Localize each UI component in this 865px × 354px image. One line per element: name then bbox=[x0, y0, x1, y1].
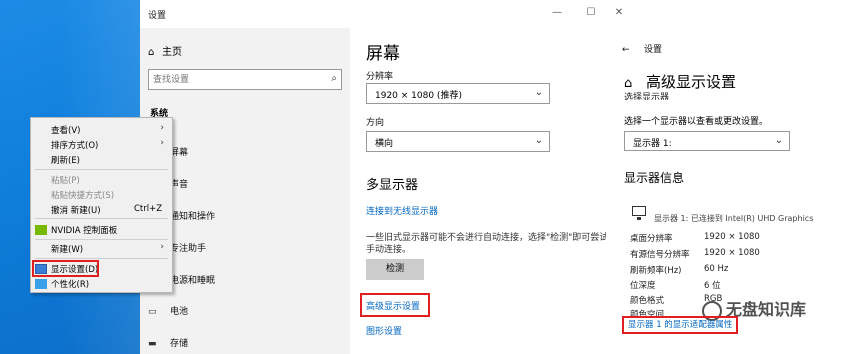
monitor-icon bbox=[632, 206, 646, 220]
display-settings-highlight bbox=[32, 260, 99, 277]
menu-separator bbox=[35, 218, 168, 219]
watermark-text: 无盘知识库 bbox=[726, 300, 807, 319]
menu-separator bbox=[35, 239, 168, 240]
menu-item-label: 排序方式(O) bbox=[51, 141, 99, 151]
menu-item-personalize[interactable]: 个性化(R) bbox=[51, 278, 89, 290]
storage-icon: ▬ bbox=[148, 339, 157, 349]
minimize-button[interactable]: — bbox=[546, 4, 568, 22]
orientation-dropdown[interactable]: 横向 ⌄ bbox=[366, 131, 550, 152]
info-value: 6 位 bbox=[704, 281, 721, 291]
nav-item-label: 通知和操作 bbox=[170, 212, 216, 222]
battery-icon: ▭ bbox=[148, 307, 157, 317]
info-row: 桌面分辨率 1920 × 1080 bbox=[630, 232, 760, 244]
display-info-heading: 显示器信息 bbox=[624, 171, 685, 185]
menu-item-label: 刷新(E) bbox=[51, 156, 81, 166]
back-label: 设置 bbox=[644, 45, 663, 55]
home-icon: ⌂ bbox=[624, 76, 633, 91]
resolution-dropdown[interactable]: 1920 × 1080 (推荐) ⌄ bbox=[366, 83, 550, 104]
display-settings-pane: 屏幕 分辨率 1920 × 1080 (推荐) ⌄ 方向 横向 ⌄ 多显示器 连… bbox=[350, 28, 630, 354]
nav-item-label: 专注助手 bbox=[170, 244, 207, 254]
advanced-title-text: 高级显示设置 bbox=[646, 73, 737, 91]
info-key: 刷新频率(Hz) bbox=[630, 266, 682, 276]
back-arrow-icon[interactable]: ← bbox=[622, 45, 644, 55]
chevron-right-icon: › bbox=[160, 138, 164, 148]
chevron-right-icon: › bbox=[160, 242, 164, 252]
menu-item-paste-shortcut[interactable]: 粘贴快捷方式(S) bbox=[51, 189, 114, 201]
advanced-display-window: ← 设置 ⌂ 高级显示设置 选择显示器 选择一个显示器以查看或更改设置。 显示器 1… bbox=[606, 28, 865, 354]
nav-item-label: 电源和睡眠 bbox=[170, 276, 216, 286]
menu-item-paste[interactable]: 粘贴(P) bbox=[51, 174, 80, 186]
chevron-down-icon: ⌄ bbox=[534, 135, 543, 146]
settings-window: 设置 — ☐ ✕ ⌂主页 ⌕ 系统 ▭屏幕 ◁声音 ▢通知和操作 ☾专注助手 ⏻… bbox=[140, 0, 630, 354]
menu-item-undo[interactable]: 撤消 新建(U) Ctrl+Z bbox=[51, 204, 162, 216]
info-key: 有源信号分辨率 bbox=[630, 250, 690, 260]
info-row: 刷新频率(Hz) 60 Hz bbox=[630, 264, 728, 276]
menu-item-label: NVIDIA 控制面板 bbox=[51, 226, 118, 236]
chevron-down-icon: ⌄ bbox=[774, 135, 783, 146]
display-select-dropdown[interactable]: 显示器 1: ⌄ bbox=[624, 131, 790, 151]
multi-display-heading: 多显示器 bbox=[366, 178, 419, 193]
menu-separator bbox=[35, 258, 168, 259]
resolution-value: 1920 × 1080 (推荐) bbox=[375, 91, 462, 101]
chevron-right-icon: › bbox=[160, 123, 164, 133]
nav-home-label: 主页 bbox=[162, 47, 182, 58]
window-title: 设置 bbox=[148, 11, 167, 21]
menu-item-label: 粘贴(P) bbox=[51, 176, 80, 186]
desktop-context-menu: 查看(V) › 排序方式(O) › 刷新(E) 粘贴(P) 粘贴快捷方式(S) … bbox=[30, 117, 173, 293]
menu-item-new[interactable]: 新建(W) bbox=[51, 243, 83, 255]
detect-button[interactable]: 检测 bbox=[366, 259, 424, 280]
info-key: 桌面分辨率 bbox=[630, 234, 673, 244]
adapter-properties-link[interactable]: 显示器 1 的显示适配器属性 bbox=[622, 316, 738, 334]
nav-item-storage[interactable]: ▬ 存储 bbox=[148, 336, 188, 349]
nav-home[interactable]: ⌂ 主页 bbox=[148, 43, 182, 58]
info-value: 1920 × 1080 bbox=[704, 248, 760, 258]
info-value: 1920 × 1080 bbox=[704, 232, 760, 242]
advanced-display-link[interactable]: 高级显示设置 bbox=[366, 299, 420, 312]
info-row: 颜色格式 RGB bbox=[630, 294, 722, 306]
search-box[interactable]: ⌕ bbox=[148, 69, 342, 90]
graphics-settings-link[interactable]: 图形设置 bbox=[366, 324, 402, 337]
info-value: 60 Hz bbox=[704, 264, 729, 274]
select-display-heading: 选择显示器 bbox=[624, 93, 670, 100]
orientation-value: 横向 bbox=[375, 139, 394, 149]
menu-separator bbox=[35, 169, 168, 170]
orientation-label: 方向 bbox=[366, 118, 385, 128]
nav-item-battery[interactable]: ▭ 电池 bbox=[148, 304, 188, 317]
menu-item-label: 撤消 新建(U) bbox=[51, 206, 101, 216]
menu-item-label: 新建(W) bbox=[51, 245, 84, 255]
info-row: 位深度 6 位 bbox=[630, 279, 721, 291]
search-icon[interactable]: ⌕ bbox=[331, 73, 337, 84]
menu-shortcut: Ctrl+Z bbox=[134, 204, 163, 214]
nav-item-label: 电池 bbox=[170, 307, 189, 317]
monitor-connection-text: 显示器 1: 已连接到 Intel(R) UHD Graphics bbox=[654, 214, 814, 223]
menu-item-label: 查看(V) bbox=[51, 126, 81, 136]
menu-item-label: 个性化(R) bbox=[51, 280, 90, 290]
select-display-label: 选择一个显示器以查看或更改设置。 bbox=[624, 117, 769, 127]
menu-item-refresh[interactable]: 刷新(E) bbox=[51, 154, 80, 166]
info-key: 位深度 bbox=[630, 281, 656, 291]
personalize-icon bbox=[35, 279, 47, 289]
close-button[interactable]: ✕ bbox=[608, 4, 630, 22]
menu-item-view[interactable]: 查看(V) bbox=[51, 124, 80, 136]
page-title: 屏幕 bbox=[366, 44, 400, 64]
display-select-value: 显示器 1: bbox=[633, 139, 672, 149]
menu-item-sort[interactable]: 排序方式(O) bbox=[51, 139, 98, 151]
info-key: 颜色格式 bbox=[630, 296, 665, 306]
info-row: 有源信号分辨率 1920 × 1080 bbox=[630, 248, 760, 260]
chevron-down-icon: ⌄ bbox=[534, 87, 543, 98]
back-nav[interactable]: ← 设置 bbox=[622, 42, 662, 55]
wireless-display-link[interactable]: 连接到无线显示器 bbox=[366, 204, 438, 217]
home-icon: ⌂ bbox=[148, 47, 155, 58]
menu-item-label: 粘贴快捷方式(S) bbox=[51, 191, 115, 201]
search-input[interactable] bbox=[149, 70, 319, 89]
advanced-page-title: ⌂ 高级显示设置 bbox=[624, 71, 736, 92]
nvidia-icon bbox=[35, 225, 47, 235]
resolution-label: 分辨率 bbox=[366, 72, 394, 82]
nav-item-label: 存储 bbox=[170, 339, 189, 349]
title-bar: 设置 — ☐ ✕ bbox=[140, 0, 630, 28]
detect-description: 一些旧式显示器可能不会进行自动连接，选择"检测"即可尝试手动连接。 bbox=[366, 233, 609, 255]
menu-item-nvidia[interactable]: NVIDIA 控制面板 bbox=[51, 224, 117, 236]
maximize-button[interactable]: ☐ bbox=[580, 4, 602, 22]
